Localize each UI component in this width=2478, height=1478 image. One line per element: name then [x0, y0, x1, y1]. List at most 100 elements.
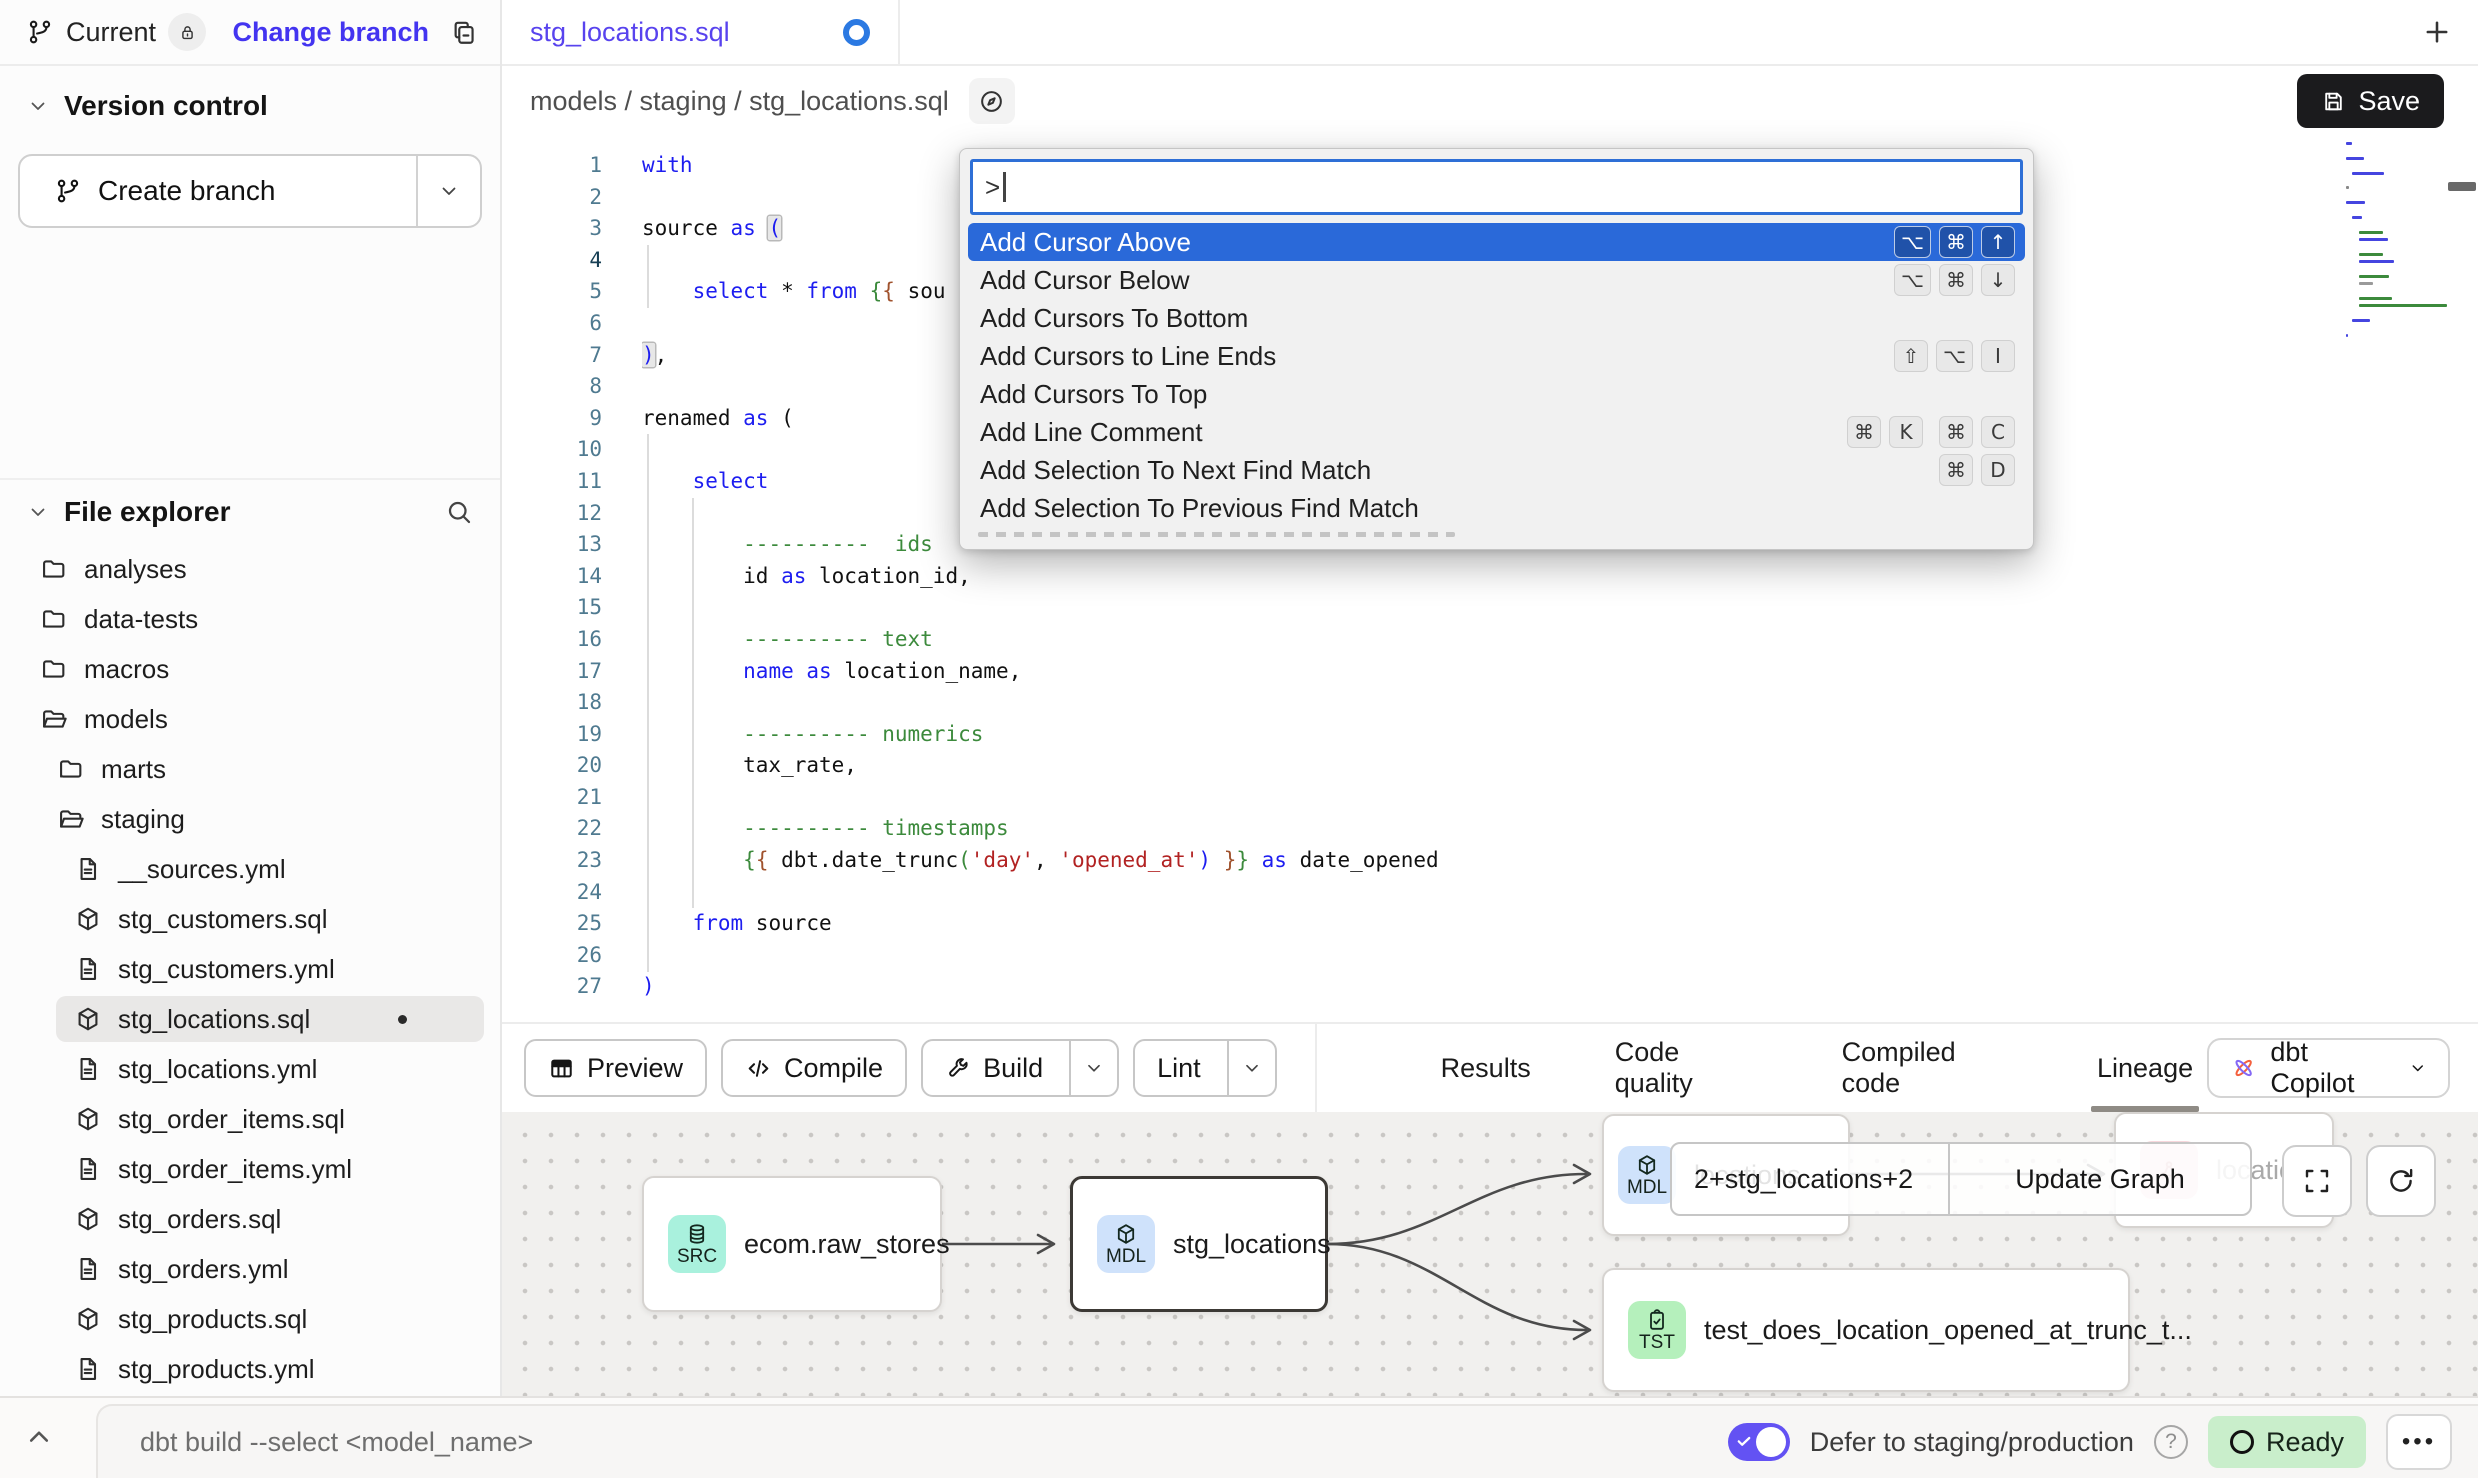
version-control-header[interactable]: Version control	[0, 66, 500, 122]
command-item[interactable]: Add Cursors To Bottom	[968, 299, 2025, 337]
line-number: 3	[502, 213, 602, 245]
code-line: {{ dbt.date_trunc('day', 'opened_at') }}…	[642, 845, 2328, 877]
copy-icon[interactable]	[449, 18, 478, 47]
lineage-node-test[interactable]: TST test_does_location_opened_at_trunc_t…	[1602, 1268, 2130, 1392]
minimap-line	[2346, 186, 2349, 189]
update-graph-button[interactable]: Update Graph	[1950, 1144, 2250, 1214]
file-row-stg_orders.sql[interactable]: stg_orders.sql	[0, 1194, 500, 1244]
create-branch-button[interactable]: Create branch	[18, 154, 482, 228]
change-branch-link[interactable]: Change branch	[232, 17, 429, 48]
keyboard-shortcut-key: ⌥	[1936, 340, 1973, 372]
fullscreen-icon	[2301, 1165, 2333, 1197]
cube-icon	[1635, 1153, 1659, 1177]
file-row-stg_order_items.yml[interactable]: stg_order_items.yml	[0, 1144, 500, 1194]
file-row-stg_orders.yml[interactable]: stg_orders.yml	[0, 1244, 500, 1294]
git-branch-icon	[26, 18, 54, 46]
create-branch-dropdown[interactable]	[416, 156, 480, 226]
minimap-line	[2359, 231, 2383, 234]
panel-tab-results[interactable]: Results	[1441, 1024, 1531, 1112]
new-tab-button[interactable]	[2420, 15, 2454, 49]
file-row-stg_customers.sql[interactable]: stg_customers.sql	[0, 894, 500, 944]
expand-panel-chevron[interactable]	[22, 1420, 56, 1454]
file-explorer-header[interactable]: File explorer	[0, 480, 500, 528]
code-line: from source	[642, 908, 2328, 940]
code-line: ---------- text	[642, 624, 2328, 656]
file-row-stg_locations.yml[interactable]: stg_locations.yml	[0, 1044, 500, 1094]
build-dropdown[interactable]	[1069, 1041, 1117, 1095]
keyboard-shortcut-key: C	[1981, 416, 2015, 448]
file-row-stg_customers.yml[interactable]: stg_customers.yml	[0, 944, 500, 994]
file-explorer-section: File explorer analysesdata-testsmacrosmo…	[0, 478, 500, 1396]
file-row-data-tests[interactable]: data-tests	[0, 594, 500, 644]
preview-label: Preview	[587, 1053, 683, 1084]
minimap-line	[2346, 290, 2464, 293]
tab-stg-locations-sql[interactable]: stg_locations.sql	[502, 0, 900, 64]
code-line	[642, 782, 2328, 814]
minimap-line	[2352, 319, 2370, 322]
minimap[interactable]	[2346, 142, 2464, 341]
dbt-copilot-button[interactable]: dbt Copilot	[2207, 1038, 2450, 1098]
minimap-line	[2346, 142, 2352, 145]
cube-icon	[74, 1105, 102, 1133]
ready-status-badge[interactable]: Ready	[2208, 1416, 2366, 1468]
panel-tab-lineage[interactable]: Lineage	[2097, 1024, 2193, 1112]
file-row-macros[interactable]: macros	[0, 644, 500, 694]
lineage-node-model[interactable]: MDL stg_locations	[1070, 1176, 1328, 1312]
panel-tab-compiled-code[interactable]: Compiled code	[1842, 1024, 2013, 1112]
file-row-analyses[interactable]: analyses	[0, 544, 500, 594]
file-row-stg_products.yml[interactable]: stg_products.yml	[0, 1344, 500, 1394]
command-list: Add Cursor Above⌥⌘↑Add Cursor Below⌥⌘↓ Ad…	[960, 223, 2033, 527]
code-editor[interactable]: 1234567891011121314151617181920212223242…	[502, 136, 2478, 1022]
command-item[interactable]: Add Cursor Above⌥⌘↑	[968, 223, 2025, 261]
file-row-stg_locations.sql[interactable]: stg_locations.sql	[0, 994, 500, 1044]
navigate-button[interactable]	[969, 78, 1015, 124]
minimap-line	[2346, 334, 2348, 337]
preview-button[interactable]: Preview	[524, 1039, 707, 1097]
file-name: stg_products.sql	[118, 1304, 307, 1335]
lineage-canvas[interactable]: SRC ecom.raw_stores MDL stg_locations MD…	[502, 1112, 2478, 1396]
build-button[interactable]: Build	[921, 1039, 1119, 1097]
code-line	[642, 940, 2328, 972]
lint-button[interactable]: Lint	[1133, 1039, 1277, 1097]
command-item[interactable]: Add Cursor Below⌥⌘↓	[968, 261, 2025, 299]
command-item[interactable]: Add Selection To Previous Find Match	[968, 489, 2025, 527]
command-palette-input[interactable]: >	[970, 159, 2023, 215]
lineage-node-source[interactable]: SRC ecom.raw_stores	[642, 1176, 942, 1312]
command-item[interactable]: Add Cursors To Top	[968, 375, 2025, 413]
lineage-filter-input[interactable]: 2+stg_locations+2	[1672, 1144, 1948, 1214]
file-row-marts[interactable]: marts	[0, 744, 500, 794]
modified-dot	[398, 1015, 407, 1024]
defer-toggle[interactable]	[1728, 1423, 1790, 1461]
keyboard-shortcut-key: ⇧	[1894, 340, 1928, 372]
minimap-line	[2359, 275, 2389, 278]
file-row-staging[interactable]: staging	[0, 794, 500, 844]
command-label: Add Cursors To Bottom	[980, 303, 1248, 334]
wrench-icon	[945, 1055, 971, 1081]
command-input-bar[interactable]: dbt build --select <model_name> Defer to…	[96, 1404, 2478, 1478]
more-options-button[interactable]: •••	[2386, 1414, 2452, 1470]
command-item[interactable]: Add Selection To Next Find Match⌘D	[968, 451, 2025, 489]
line-number-gutter: 1234567891011121314151617181920212223242…	[502, 150, 602, 1003]
file-row-stg_products.sql[interactable]: stg_products.sql	[0, 1294, 500, 1344]
file-row-__sources.yml[interactable]: __sources.yml	[0, 844, 500, 894]
panel-tabs: Results Code quality Compiled code Lineage	[1441, 1024, 2193, 1112]
file-row-stg_order_items.sql[interactable]: stg_order_items.sql	[0, 1094, 500, 1144]
panel-tab-code-quality[interactable]: Code quality	[1615, 1024, 1758, 1112]
compile-button[interactable]: Compile	[721, 1039, 907, 1097]
fullscreen-button[interactable]	[2282, 1145, 2352, 1217]
code-line	[642, 877, 2328, 909]
command-item[interactable]: Add Cursors to Line Ends⇧⌥I	[968, 337, 2025, 375]
search-icon[interactable]	[444, 497, 474, 527]
save-button[interactable]: Save	[2297, 74, 2444, 128]
command-item[interactable]: Add Line Comment⌘K⌘C	[968, 413, 2025, 451]
refresh-button[interactable]	[2366, 1145, 2436, 1217]
lint-dropdown[interactable]	[1227, 1041, 1275, 1095]
file-name: __sources.yml	[118, 854, 286, 885]
minimap-line	[2359, 253, 2383, 256]
file-row-models[interactable]: models	[0, 694, 500, 744]
minimap-line	[2346, 149, 2464, 152]
minimap-line	[2346, 194, 2464, 197]
file-name: stg_order_items.yml	[118, 1154, 352, 1185]
minimap-slider[interactable]	[2448, 182, 2476, 191]
help-icon[interactable]: ?	[2154, 1425, 2188, 1459]
